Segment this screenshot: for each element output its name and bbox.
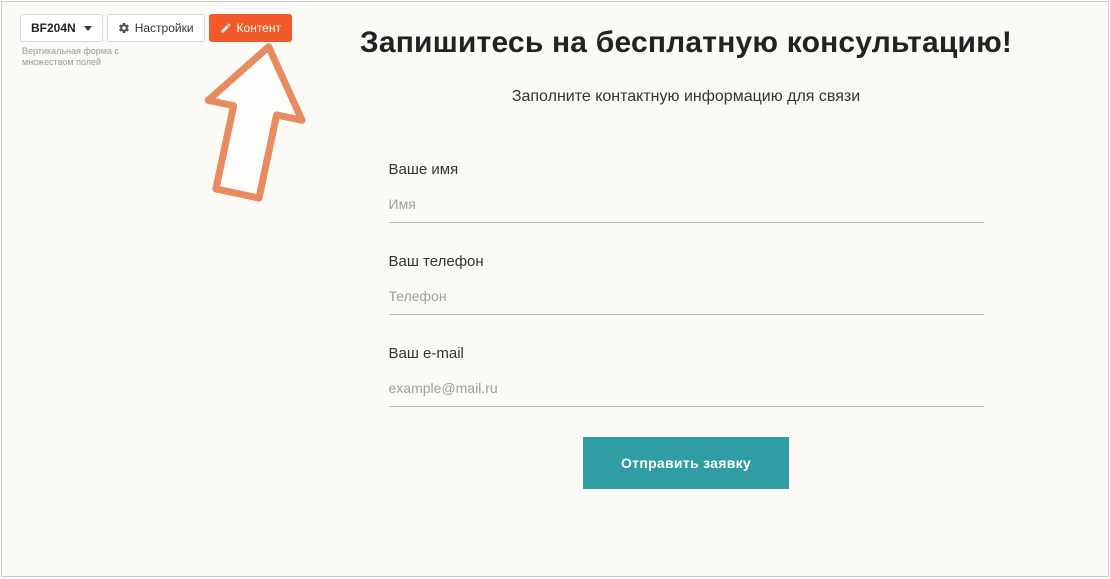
content-button[interactable]: Контент xyxy=(209,14,292,42)
submit-button[interactable]: Отправить заявку xyxy=(583,437,789,489)
phone-label: Ваш телефон xyxy=(389,253,984,270)
name-label: Ваше имя xyxy=(389,161,984,178)
settings-label: Настройки xyxy=(135,21,194,35)
main-content: Запишитесь на бесплатную консультацию! З… xyxy=(302,26,1070,489)
name-field-group: Ваше имя xyxy=(389,161,984,223)
page-subtitle: Заполните контактную информацию для связ… xyxy=(512,88,860,106)
email-field-group: Ваш e-mail xyxy=(389,345,984,407)
pencil-icon xyxy=(220,22,232,34)
email-label: Ваш e-mail xyxy=(389,345,984,362)
content-label: Контент xyxy=(237,21,281,35)
email-input[interactable] xyxy=(389,376,984,407)
page-title: Запишитесь на бесплатную консультацию! xyxy=(360,26,1012,60)
block-code-dropdown[interactable]: BF204N xyxy=(20,14,103,42)
gear-icon xyxy=(118,22,130,34)
submit-wrap: Отправить заявку xyxy=(389,437,984,489)
tutorial-arrow-icon xyxy=(192,40,312,215)
contact-form: Ваше имя Ваш телефон Ваш e-mail Отправит… xyxy=(389,161,984,489)
phone-input[interactable] xyxy=(389,284,984,315)
name-input[interactable] xyxy=(389,192,984,223)
toolbar: BF204N Настройки Контент xyxy=(20,14,292,42)
block-description-line2: множеством полей xyxy=(22,57,101,67)
block-code-label: BF204N xyxy=(31,21,76,35)
chevron-down-icon xyxy=(84,26,92,31)
phone-field-group: Ваш телефон xyxy=(389,253,984,315)
block-description: Вертикальная форма с множеством полей xyxy=(22,46,119,68)
editor-frame: BF204N Настройки Контент Вертикальная фо… xyxy=(1,1,1109,577)
block-description-line1: Вертикальная форма с xyxy=(22,46,119,56)
settings-button[interactable]: Настройки xyxy=(107,14,205,42)
